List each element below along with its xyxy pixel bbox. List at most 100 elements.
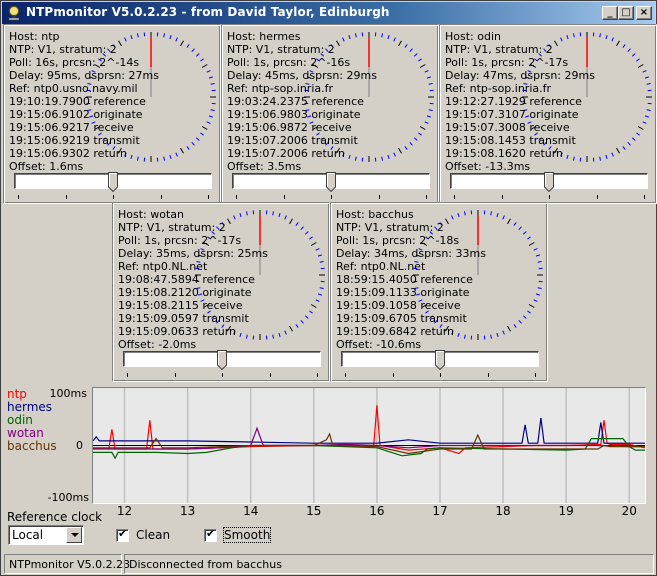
dial-tick xyxy=(175,37,178,42)
server-ntp: NTP: V1, stratum: 2 xyxy=(336,221,444,234)
server-offset: Offset: -10.6ms xyxy=(336,338,422,351)
close-button[interactable]: × xyxy=(636,6,652,20)
dial-tick xyxy=(208,76,213,79)
dial-tick xyxy=(490,334,492,339)
dial-tick xyxy=(284,215,287,220)
dial-tick xyxy=(175,152,178,157)
dial-tick xyxy=(381,33,383,38)
server-panel: Host: odin NTP: V1, stratum: 2 Poll: 1s, p… xyxy=(439,24,657,204)
checkmark-icon[interactable] xyxy=(116,527,129,542)
window-title: NTPmonitor V5.0.2.23 - from David Taylor… xyxy=(26,5,390,19)
dial-tick xyxy=(502,330,505,335)
smooth-label: Smooth xyxy=(222,527,272,543)
server-ref: Ref: ntp0.NL.net xyxy=(118,260,208,273)
maximize-button[interactable]: □ xyxy=(618,6,634,20)
dial-tick xyxy=(627,141,631,146)
dial-tick xyxy=(527,236,531,240)
dial-tick xyxy=(605,154,608,159)
server-info: Host: hermes NTP: V1, stratum: 2 Poll: 1s,… xyxy=(227,30,377,173)
dial-tick xyxy=(637,64,644,68)
dial-tick xyxy=(413,137,418,141)
server-reference: 19:10:19.7900 reference xyxy=(9,95,146,108)
reference-clock-value: Local xyxy=(12,528,44,542)
dial-tick xyxy=(631,53,636,57)
server-transmit: 19:15:09.6705 transmit xyxy=(336,312,467,325)
dial-tick xyxy=(535,293,540,296)
dial-tick xyxy=(186,146,190,150)
dial-tick xyxy=(278,332,281,337)
dial-tick xyxy=(309,310,313,314)
dial-tick xyxy=(528,242,535,246)
x-tick-label: 20 xyxy=(621,504,637,518)
server-offset: Offset: 1.6ms xyxy=(9,160,84,173)
dial-tick xyxy=(426,115,431,118)
dial-tick xyxy=(424,70,429,73)
dial-tick xyxy=(424,121,429,124)
y-label-top: 100ms xyxy=(49,387,87,400)
dial-tick xyxy=(201,126,208,130)
dial-tick xyxy=(502,215,505,220)
dial-tick xyxy=(537,287,542,289)
x-tick-label: 15 xyxy=(306,504,322,518)
minimize-button[interactable]: _ xyxy=(602,6,618,20)
dial-tick xyxy=(304,231,309,235)
dial-tick xyxy=(163,33,165,38)
dial-tick xyxy=(637,126,644,130)
dial-tick xyxy=(315,299,320,302)
server-return: 19:15:08.1620 return xyxy=(445,147,564,160)
dial-tick xyxy=(419,64,426,68)
dial-tick xyxy=(622,44,626,48)
dial-tick xyxy=(319,287,324,289)
dial-tick xyxy=(533,248,538,251)
server-ref: Ref: ntp0.NL.net xyxy=(336,260,426,273)
server-reference: 18:59:15.4050 reference xyxy=(336,273,473,286)
server-poll: Poll: 1s, prcsn: 2^-18s xyxy=(336,234,460,247)
x-tick-label: 12 xyxy=(116,504,133,518)
status-message: Disconnected from bacchus xyxy=(124,554,654,574)
server-host: Host: bacchus xyxy=(336,208,414,221)
server-delay: Delay: 47ms, dsprsn: 29ms xyxy=(445,69,595,82)
y-label-zero: 0 xyxy=(76,439,83,452)
dial-tick xyxy=(272,211,274,216)
dial-tick xyxy=(518,226,522,231)
dial-tick xyxy=(605,35,608,40)
server-originate: 19:15:06.9102 originate xyxy=(9,108,143,121)
close-icon: × xyxy=(639,7,649,18)
dial-tick xyxy=(295,222,299,226)
dial-tick xyxy=(180,40,184,47)
server-reference: 19:12:27.1929 reference xyxy=(445,95,582,108)
dial-tick xyxy=(319,261,324,263)
dial-tick xyxy=(210,109,215,111)
main-window: NTPmonitor V5.0.2.23 - from David Taylor… xyxy=(0,0,657,576)
server-ntp: NTP: V1, stratum: 2 xyxy=(9,43,117,56)
dial-tick xyxy=(208,115,213,118)
dial-tick xyxy=(616,147,620,154)
reference-clock-select[interactable]: Local xyxy=(8,525,84,545)
server-ref: Ref: ntp0.usno.navy.mil xyxy=(9,82,138,95)
x-tick-label: 16 xyxy=(369,504,385,518)
server-receive: 19:15:06.9217 receive xyxy=(9,121,134,134)
dial-tick xyxy=(611,37,614,42)
dial-tick xyxy=(206,121,211,124)
dial-tick xyxy=(413,53,418,57)
server-delay: Delay: 34ms, dsprsn: 33ms xyxy=(336,247,486,260)
server-receive: 19:15:07.3008 receive xyxy=(445,121,570,134)
dial-tick xyxy=(622,146,626,150)
title-bar[interactable]: NTPmonitor V5.0.2.23 - from David Taylor… xyxy=(2,2,655,24)
x-tick-label: 19 xyxy=(558,504,574,518)
server-poll: Poll: 16s, prcsn: 2^-14s xyxy=(9,56,140,69)
server-ntp: NTP: V1, stratum: 2 xyxy=(227,43,335,56)
dial-tick xyxy=(295,324,299,328)
dial-tick xyxy=(507,325,511,332)
server-poll: Poll: 1s, prcsn: 2^-17s xyxy=(118,234,242,247)
chevron-down-icon[interactable] xyxy=(66,527,82,543)
checkmark-icon[interactable] xyxy=(204,527,217,542)
dial-tick xyxy=(404,44,408,48)
server-info: Host: odin NTP: V1, stratum: 2 Poll: 1s, p… xyxy=(445,30,595,173)
server-info: Host: wotan NTP: V1, stratum: 2 Poll: 1s, … xyxy=(118,208,268,351)
dial-tick xyxy=(201,64,208,68)
dial-tick xyxy=(289,325,293,332)
dial-tick xyxy=(309,236,313,240)
server-ref: Ref: ntp-sop.inria.fr xyxy=(227,82,334,95)
dial-tick xyxy=(409,141,413,146)
